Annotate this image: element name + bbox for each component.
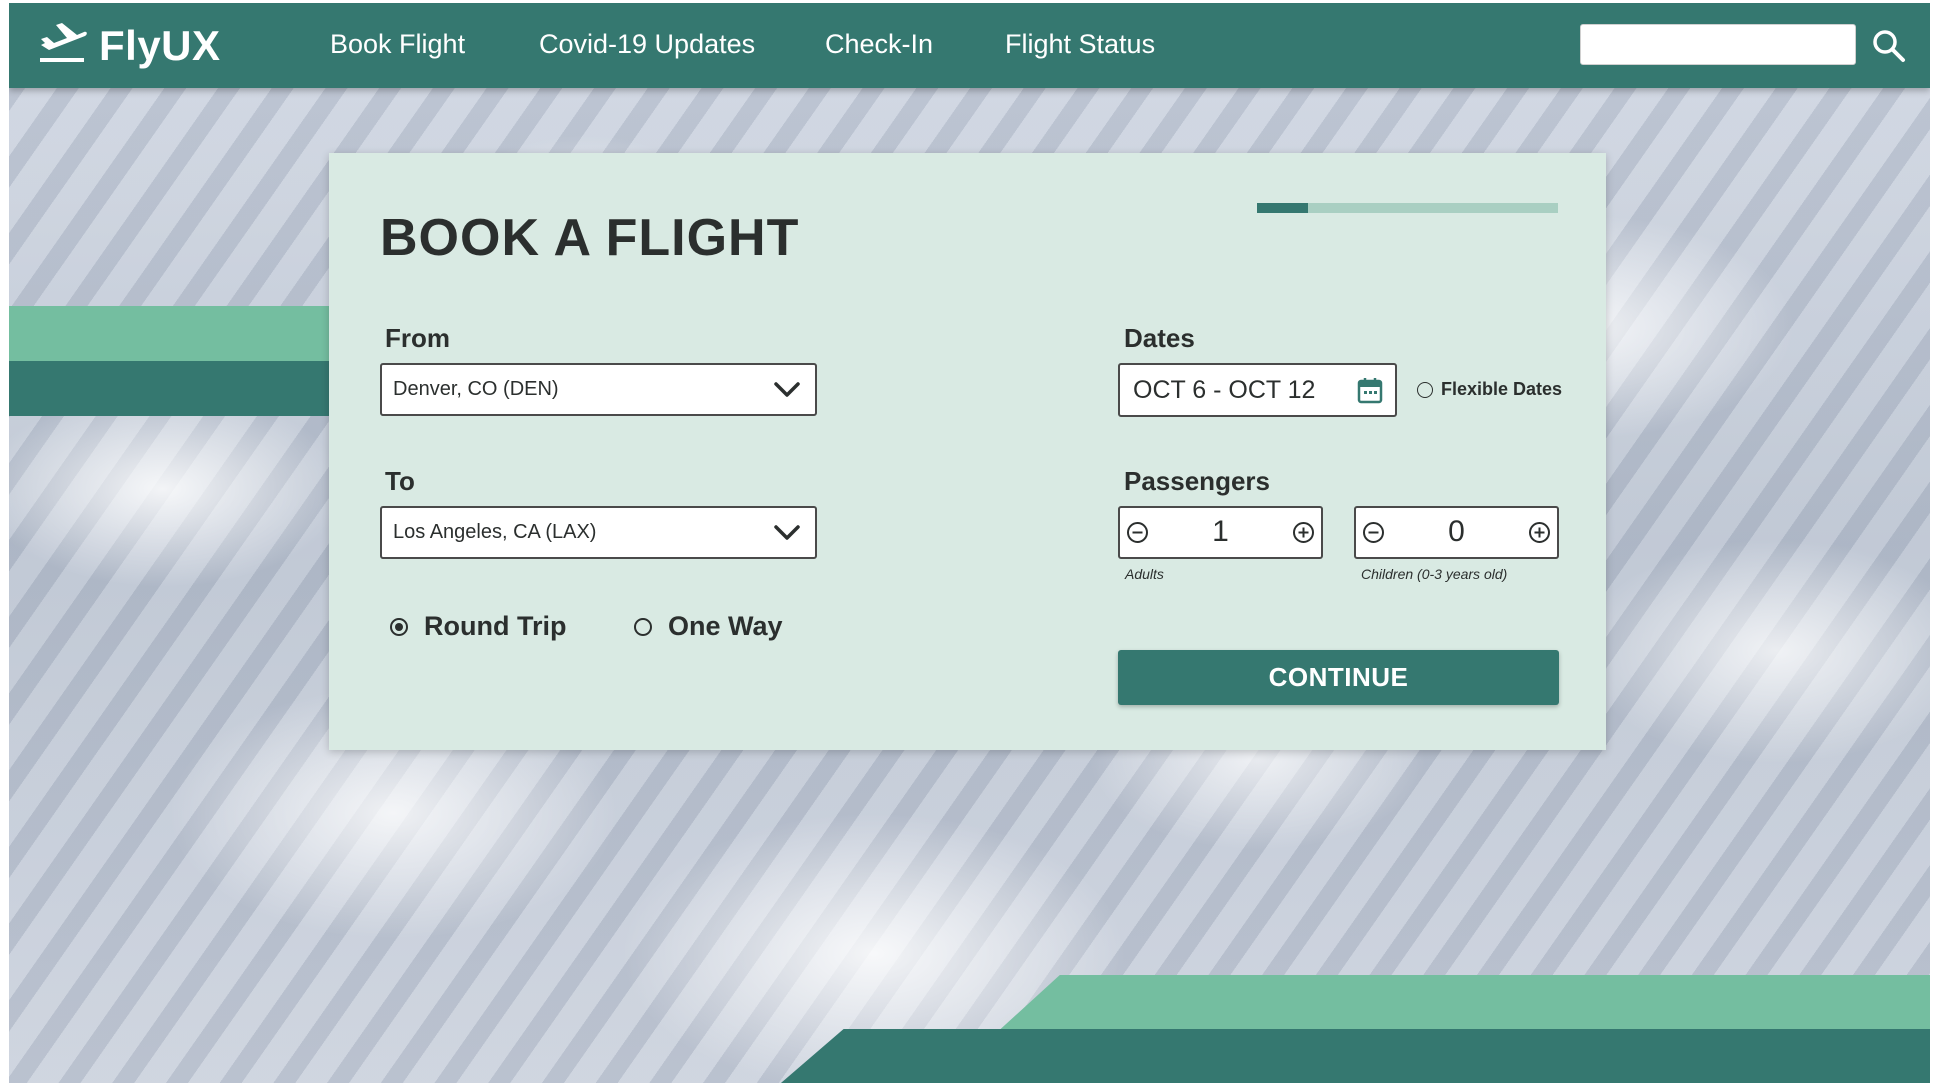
page-title: BOOK A FLIGHT [380, 209, 800, 267]
search-icon[interactable] [1871, 28, 1907, 64]
nav-link-covid-updates[interactable]: Covid-19 Updates [539, 29, 755, 60]
from-select-value: Denver, CO (DEN) [393, 378, 559, 400]
nav-link-flight-status[interactable]: Flight Status [1005, 29, 1155, 60]
top-navigation-bar: FlyUX Book Flight Covid-19 Updates Check… [9, 3, 1930, 88]
decorative-stripe-dark [9, 361, 339, 416]
search-input[interactable] [1580, 24, 1856, 65]
children-caption: Children (0-3 years old) [1361, 566, 1508, 582]
chevron-down-icon [774, 381, 800, 397]
to-select[interactable]: Los Angeles, CA (LAX) [380, 506, 817, 559]
continue-button[interactable]: CONTINUE [1118, 650, 1559, 705]
adults-caption: Adults [1125, 566, 1164, 582]
passengers-label: Passengers [1124, 466, 1270, 496]
flexible-dates-radio[interactable] [1417, 381, 1433, 398]
dates-label: Dates [1124, 323, 1195, 353]
one-way-option[interactable]: One Way [634, 611, 783, 642]
page: FlyUX Book Flight Covid-19 Updates Check… [9, 3, 1930, 1083]
plus-circle-icon[interactable] [1292, 521, 1315, 544]
brand-name: FlyUX [99, 21, 221, 69]
children-stepper: 0 [1354, 506, 1559, 559]
one-way-label: One Way [668, 611, 783, 641]
round-trip-label: Round Trip [424, 611, 567, 641]
from-label: From [385, 323, 450, 353]
book-flight-card: BOOK A FLIGHT From Denver, CO (DEN) To L… [329, 153, 1606, 750]
date-range-field[interactable]: OCT 6 - OCT 12 [1118, 363, 1397, 417]
date-range-value: OCT 6 - OCT 12 [1133, 375, 1316, 404]
booking-progress-bar [1257, 203, 1558, 213]
decorative-stripe-bottom-dark [774, 1029, 1930, 1083]
brand-logo[interactable]: FlyUX [37, 21, 221, 70]
one-way-radio[interactable] [634, 617, 652, 636]
nav-link-book-flight[interactable]: Book Flight [330, 29, 465, 60]
adults-count[interactable]: 1 [1120, 515, 1321, 549]
calendar-icon[interactable] [1357, 376, 1383, 404]
decorative-stripe-bottom-light [994, 975, 1930, 1035]
booking-progress-fill [1257, 203, 1309, 213]
plus-circle-icon[interactable] [1528, 521, 1551, 544]
airplane-takeoff-icon [37, 21, 87, 70]
round-trip-option[interactable]: Round Trip [390, 611, 566, 642]
nav-link-check-in[interactable]: Check-In [825, 29, 933, 60]
to-label: To [385, 466, 415, 496]
round-trip-radio[interactable] [390, 617, 408, 636]
chevron-down-icon [774, 524, 800, 540]
children-count[interactable]: 0 [1356, 515, 1557, 549]
to-select-value: Los Angeles, CA (LAX) [393, 521, 597, 543]
flexible-dates-option[interactable]: Flexible Dates [1417, 379, 1562, 400]
adults-stepper: 1 [1118, 506, 1323, 559]
flexible-dates-label: Flexible Dates [1441, 379, 1563, 399]
decorative-stripe-light [9, 306, 339, 361]
from-select[interactable]: Denver, CO (DEN) [380, 363, 817, 416]
